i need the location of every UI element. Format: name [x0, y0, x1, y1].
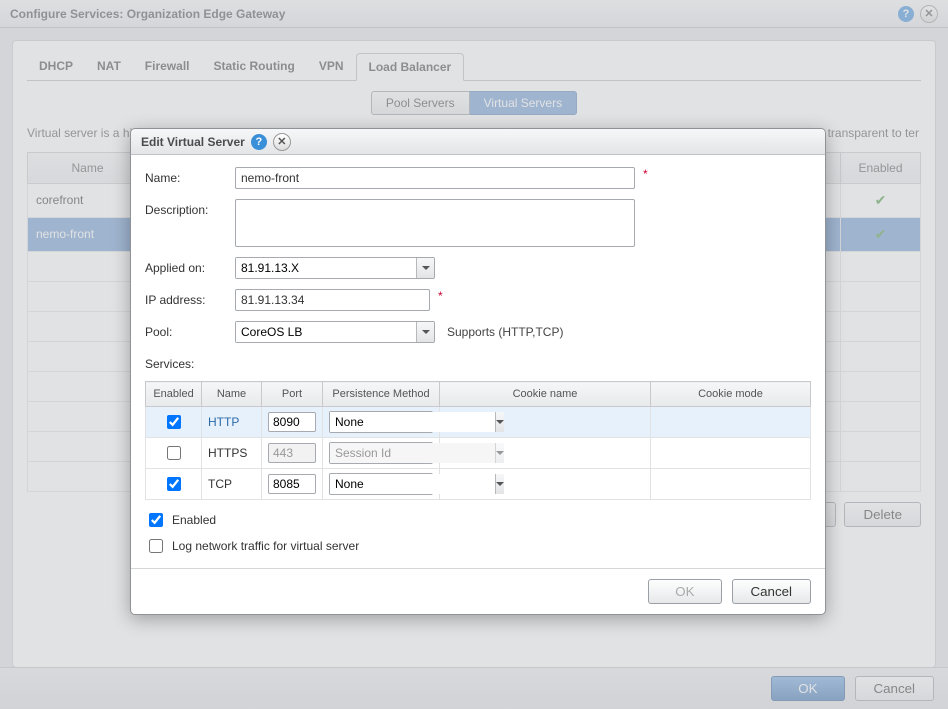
svc-col-name: Name	[202, 382, 262, 407]
label-applied-on: Applied on:	[145, 257, 235, 275]
svc-col-cookie-mode: Cookie mode	[651, 382, 811, 407]
svc-enabled-checkbox[interactable]	[167, 446, 181, 460]
log-traffic-label: Log network traffic for virtual server	[172, 539, 359, 553]
label-name: Name:	[145, 167, 235, 185]
svc-port-input	[268, 443, 316, 463]
svc-persistence-select	[329, 442, 433, 464]
close-icon[interactable]: ✕	[273, 133, 291, 151]
ip-address-input[interactable]	[235, 289, 430, 311]
svc-port-input[interactable]	[268, 412, 316, 432]
pool-select[interactable]	[235, 321, 435, 343]
modal-title-bar: Edit Virtual Server ? ✕	[131, 129, 825, 155]
supports-text: Supports (HTTP,TCP)	[447, 321, 563, 339]
svc-col-cookie-name: Cookie name	[440, 382, 651, 407]
label-pool: Pool:	[145, 321, 235, 339]
svc-name: TCP	[202, 469, 262, 500]
chevron-down-icon[interactable]	[495, 474, 504, 494]
svc-enabled-checkbox[interactable]	[167, 477, 181, 491]
required-icon: *	[643, 167, 648, 181]
description-input[interactable]	[235, 199, 635, 247]
pool-value[interactable]	[236, 322, 416, 342]
log-traffic-checkbox[interactable]	[149, 539, 163, 553]
svc-col-port: Port	[262, 382, 323, 407]
chevron-down-icon[interactable]	[495, 412, 504, 432]
svc-persistence-select[interactable]	[329, 411, 433, 433]
service-row[interactable]: HTTP	[146, 407, 811, 438]
chevron-down-icon[interactable]	[416, 258, 434, 278]
modal-footer: OK Cancel	[131, 568, 825, 614]
modal-cancel-button[interactable]: Cancel	[732, 579, 812, 604]
applied-on-value[interactable]	[236, 258, 416, 278]
svc-col-persistence: Persistence Method	[323, 382, 440, 407]
enabled-checkbox[interactable]	[149, 513, 163, 527]
modal-ok-button[interactable]: OK	[648, 579, 721, 604]
service-row[interactable]: HTTPS	[146, 438, 811, 469]
chevron-down-icon[interactable]	[416, 322, 434, 342]
svc-port-input[interactable]	[268, 474, 316, 494]
service-row[interactable]: TCP	[146, 469, 811, 500]
svc-enabled-checkbox[interactable]	[167, 415, 181, 429]
svc-col-enabled: Enabled	[146, 382, 202, 407]
label-services: Services:	[145, 353, 235, 371]
required-icon: *	[438, 289, 443, 303]
name-input[interactable]	[235, 167, 635, 189]
enabled-label: Enabled	[172, 513, 216, 527]
label-description: Description:	[145, 199, 235, 217]
svc-name: HTTPS	[202, 438, 262, 469]
services-table: Enabled Name Port Persistence Method Coo…	[145, 381, 811, 500]
label-ip-address: IP address:	[145, 289, 235, 307]
modal-title: Edit Virtual Server	[141, 135, 245, 149]
applied-on-select[interactable]	[235, 257, 435, 279]
edit-virtual-server-modal: Edit Virtual Server ? ✕ Name: * Descript…	[130, 128, 826, 615]
svc-name: HTTP	[202, 407, 262, 438]
chevron-down-icon	[495, 443, 504, 463]
help-icon[interactable]: ?	[251, 134, 267, 150]
svc-persistence-select[interactable]	[329, 473, 433, 495]
